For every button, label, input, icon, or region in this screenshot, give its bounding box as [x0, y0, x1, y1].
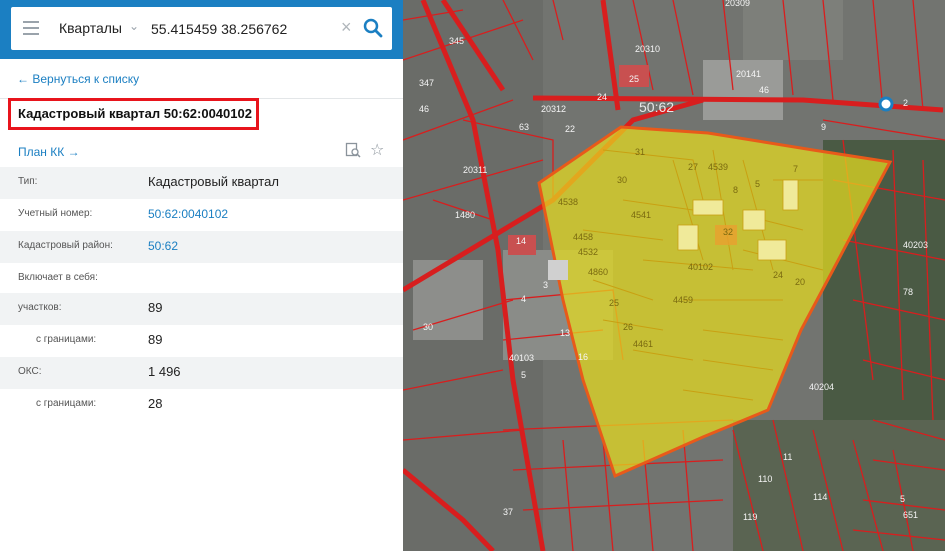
info-row-parcels-bounded: с границами: 89: [0, 325, 403, 357]
arrow-left-icon: ←: [17, 72, 33, 86]
map-label: 20311: [463, 165, 487, 175]
map-label: 20141: [736, 69, 761, 79]
map-label: 4458: [573, 232, 593, 242]
map-label: 4538: [558, 197, 578, 207]
plan-kk-label: План КК: [18, 145, 65, 159]
map-label: 651: [903, 510, 918, 520]
map-label: 345: [449, 36, 464, 46]
map-label: 32: [723, 227, 733, 237]
chevron-down-icon[interactable]: ⌄: [129, 19, 139, 33]
map-label: 3: [543, 280, 548, 290]
info-value: Кадастровый квартал: [148, 174, 279, 189]
star-icon[interactable]: ☆: [370, 140, 384, 160]
map-label: 46: [759, 85, 769, 95]
location-marker-icon[interactable]: [878, 96, 894, 112]
map-label: 4459: [673, 295, 693, 305]
map-label: 16: [578, 352, 588, 362]
map-label: 4532: [578, 247, 598, 257]
info-row-includes: Включает в себя:: [0, 263, 403, 295]
map-label: 24: [773, 270, 783, 280]
map-label: 40204: [809, 382, 834, 392]
map-label: 37: [503, 507, 513, 517]
info-value: 89: [148, 332, 163, 347]
search-icon[interactable]: [361, 16, 385, 40]
map-label: 40203: [903, 240, 928, 250]
map-label: 20310: [635, 44, 660, 54]
info-label: ОКС:: [18, 366, 42, 377]
info-row-oks: ОКС: 1 496: [0, 357, 403, 389]
map-label: 20309: [725, 0, 750, 8]
map-label: 26: [623, 322, 633, 332]
map-label: 347: [419, 78, 434, 88]
info-label: участков:: [18, 302, 62, 313]
map-label: 25: [609, 298, 619, 308]
info-value: 28: [148, 396, 163, 411]
info-label: с границами:: [36, 334, 97, 345]
info-label: Учетный номер:: [18, 208, 93, 219]
cadastral-number-link[interactable]: 50:62:0040102: [148, 207, 228, 221]
search-box: Кварталы ⌄ ×: [11, 7, 392, 50]
map-canvas[interactable]: 20309 20310 20141 46 20312 25 24 22 50:6…: [403, 0, 945, 551]
map-label: 40102: [688, 262, 713, 272]
side-panel: Кварталы ⌄ × ← Вернуться к списку Кадаст…: [0, 0, 403, 551]
map-label: 25: [629, 74, 639, 84]
map-label: 46: [419, 104, 429, 114]
info-row-district: Кадастровый район: 50:62: [0, 231, 403, 263]
map-label: 5: [521, 370, 526, 380]
map-layer: 20309 20310 20141 46 20312 25 24 22 50:6…: [403, 0, 945, 551]
search-bar: Кварталы ⌄ ×: [0, 0, 403, 59]
map-label: 4539: [708, 162, 728, 172]
map-label: 24: [597, 92, 607, 102]
info-value: 89: [148, 300, 163, 315]
document-search-icon[interactable]: [345, 142, 361, 158]
info-row-type: Тип: Кадастровый квартал: [0, 167, 403, 199]
map-label: 1480: [455, 210, 475, 220]
info-row-oks-bounded: с границами: 28: [0, 389, 403, 421]
plan-kk-link[interactable]: План КК →: [18, 145, 80, 159]
info-row-number: Учетный номер: 50:62:0040102: [0, 199, 403, 231]
info-label: Включает в себя:: [18, 272, 98, 283]
map-label: 4541: [631, 210, 651, 220]
map-label: 9: [821, 122, 826, 132]
map-label: 11: [783, 452, 792, 462]
cadastral-district-link[interactable]: 50:62: [148, 239, 178, 253]
map-label: 5: [900, 494, 905, 504]
map-label: 22: [565, 124, 575, 134]
info-label: Тип:: [18, 176, 38, 187]
map-label: 50:62: [639, 99, 674, 115]
map-label: 20: [795, 277, 805, 287]
map-label: 114: [813, 492, 827, 502]
back-to-list-label: Вернуться к списку: [32, 72, 140, 86]
info-label: с границами:: [36, 398, 97, 409]
map-label: 13: [560, 328, 570, 338]
map-label: 4: [521, 294, 526, 304]
map-label: 78: [903, 287, 913, 297]
map-label: 5: [755, 179, 760, 189]
map-label: 4461: [633, 339, 653, 349]
map-label: 40103: [509, 353, 534, 363]
info-label: Кадастровый район:: [18, 240, 113, 251]
map-label: 4860: [588, 267, 608, 277]
map-label: 30: [617, 175, 627, 185]
map-label: 2: [903, 98, 908, 108]
info-value: 1 496: [148, 364, 181, 379]
map-label: 30: [423, 322, 433, 332]
hamburger-menu-icon[interactable]: [23, 21, 39, 35]
layer-select[interactable]: Кварталы: [59, 20, 122, 36]
map-label: 27: [688, 162, 698, 172]
info-row-parcels: участков: 89: [0, 293, 403, 325]
close-icon[interactable]: ×: [341, 17, 352, 37]
map-label: 14: [516, 236, 526, 246]
map-label: 31: [635, 147, 645, 157]
back-to-list-link[interactable]: ← Вернуться к списку: [17, 72, 139, 86]
map-label: 119: [743, 512, 757, 522]
map-label: 8: [733, 185, 738, 195]
search-input[interactable]: [151, 18, 341, 40]
map-label: 20312: [541, 104, 566, 114]
map-label: 110: [758, 474, 772, 484]
arrow-right-icon: →: [64, 145, 80, 159]
map-label: 63: [519, 122, 529, 132]
map-label: 7: [793, 164, 798, 174]
page-title: Кадастровый квартал 50:62:0040102: [18, 106, 252, 121]
